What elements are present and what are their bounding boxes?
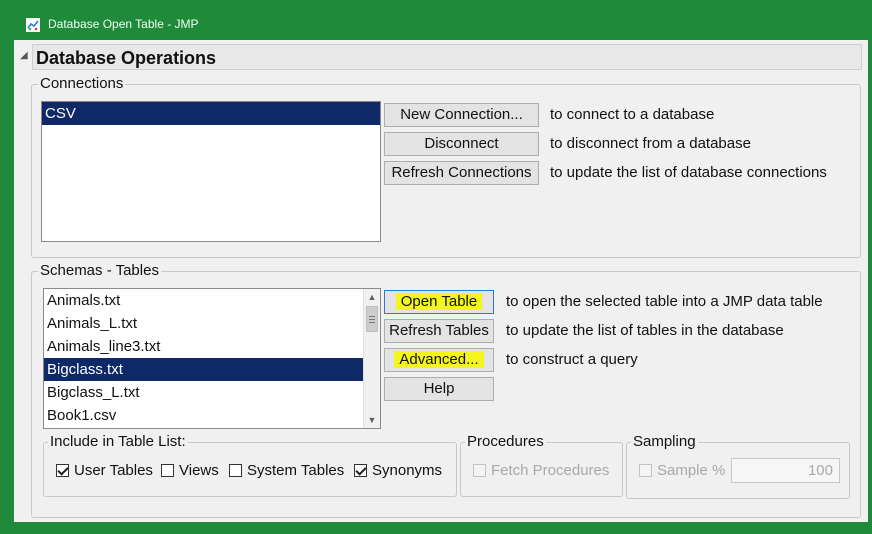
table-item[interactable]: Animals_L.txt [44,312,380,335]
sampling-group: Sampling Sample % [626,433,850,499]
help-button[interactable]: Help [384,377,494,401]
window-title: Database Open Table - JMP [48,17,199,31]
section-header: Database Operations [32,44,862,70]
tables-list[interactable]: Animals.txt Animals_L.txt Animals_line3.… [43,288,381,429]
system-tables-label: System Tables [247,462,345,479]
schemas-tables-group-label: Schemas - Tables [38,262,161,280]
refresh-connections-button[interactable]: Refresh Connections [384,161,539,185]
system-tables-checkbox[interactable]: System Tables [229,462,344,479]
refresh-tables-description: to update the list of tables in the data… [506,322,784,339]
dialog-client-area: ◢ Database Operations Connections CSV Ne… [14,40,868,522]
procedures-group-label: Procedures [465,433,546,451]
advanced-description: to construct a query [506,351,638,368]
checkbox-checked-icon[interactable] [354,464,367,477]
table-item[interactable]: Bigclass_L.txt [44,381,380,404]
table-item[interactable]: Animals_line3.txt [44,335,380,358]
sample-percent-checkbox[interactable]: Sample % [639,462,725,479]
sample-percent-label: Sample % [657,462,726,479]
refresh-tables-button[interactable]: Refresh Tables [384,319,494,343]
jmp-app-icon [26,18,40,32]
checkbox-checked-icon[interactable] [56,464,69,477]
fetch-procedures-checkbox[interactable]: Fetch Procedures [473,462,609,479]
thumb-grip [369,319,375,320]
scroll-down-icon[interactable]: ▼ [364,413,380,427]
table-item-selected[interactable]: Bigclass.txt [44,358,363,381]
table-item[interactable]: Animals.txt [44,289,380,312]
connections-group: Connections CSV New Connection... to con… [31,75,861,258]
section-title: Database Operations [36,48,217,68]
open-table-label: Open Table [395,293,483,310]
procedures-group: Procedures Fetch Procedures [460,433,623,497]
thumb-grip [369,322,375,323]
open-table-button[interactable]: Open Table [384,290,494,314]
scroll-thumb[interactable] [366,306,378,332]
views-checkbox[interactable]: Views [161,462,219,479]
advanced-button[interactable]: Advanced... [384,348,494,372]
schemas-tables-group: Schemas - Tables Animals.txt Animals_L.t… [31,262,861,518]
sample-percent-input[interactable] [731,458,840,483]
connections-list[interactable]: CSV [41,101,381,242]
connections-group-label: Connections [38,75,126,93]
new-connection-button[interactable]: New Connection... [384,103,539,127]
include-in-table-list-group: Include in Table List: User Tables Views… [43,433,457,497]
disconnect-description: to disconnect from a database [550,135,751,152]
user-tables-label: User Tables [74,462,153,479]
fetch-procedures-label: Fetch Procedures [491,462,610,479]
open-table-description: to open the selected table into a JMP da… [506,293,823,310]
outline-toggle-icon[interactable]: ◢ [20,50,28,61]
user-tables-checkbox[interactable]: User Tables [56,462,153,479]
views-label: Views [179,462,219,479]
synonyms-label: Synonyms [372,462,443,479]
checkbox-disabled-icon[interactable] [639,464,652,477]
new-connection-description: to connect to a database [550,106,715,123]
synonyms-checkbox[interactable]: Synonyms [354,462,442,479]
scroll-up-icon[interactable]: ▲ [364,290,380,304]
tables-list-scrollbar[interactable]: ▲ ▼ [363,289,380,428]
table-item[interactable]: Book1.csv [44,404,380,427]
checkbox-unchecked-icon[interactable] [161,464,174,477]
advanced-label: Advanced... [394,351,484,368]
refresh-connections-description: to update the list of database connectio… [550,164,827,181]
disconnect-button[interactable]: Disconnect [384,132,539,156]
thumb-grip [369,316,375,317]
connection-item[interactable]: CSV [42,102,380,125]
checkbox-disabled-icon[interactable] [473,464,486,477]
checkbox-unchecked-icon[interactable] [229,464,242,477]
title-bar: Database Open Table - JMP [0,0,872,40]
sampling-group-label: Sampling [631,433,698,451]
include-group-label: Include in Table List: [48,433,188,451]
